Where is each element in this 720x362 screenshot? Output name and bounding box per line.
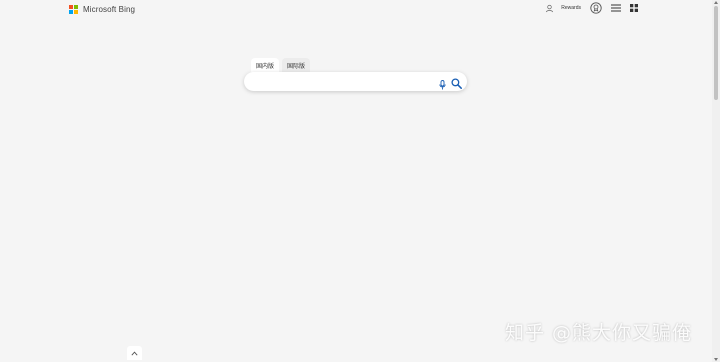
- apps-grid-icon[interactable]: [630, 4, 638, 12]
- region-tabs: 国内版 国际版: [251, 58, 311, 72]
- hamburger-menu-icon[interactable]: [611, 4, 621, 12]
- scroll-down-arrow-icon[interactable]: [714, 358, 718, 361]
- page-scrollbar[interactable]: [712, 0, 720, 362]
- microsoft-logo-icon: [69, 4, 78, 14]
- rewards-link[interactable]: Rewards: [561, 5, 581, 11]
- search-input[interactable]: [254, 75, 428, 90]
- scroll-thumb[interactable]: [714, 6, 718, 100]
- watermark: 知乎 @熊大你又骗俺: [505, 322, 693, 344]
- bing-logo[interactable]: Microsoft Bing: [69, 3, 135, 15]
- microphone-icon[interactable]: [439, 77, 446, 95]
- user-icon[interactable]: [545, 4, 554, 13]
- search-box: [244, 72, 467, 91]
- brand-name: Microsoft Bing: [83, 4, 136, 14]
- scroll-up-arrow-icon[interactable]: [714, 1, 718, 4]
- header-actions: Rewards: [545, 2, 638, 14]
- rewards-medal-icon[interactable]: [590, 2, 602, 14]
- chevron-up-icon: [131, 351, 138, 356]
- search-icon[interactable]: [451, 76, 462, 94]
- expand-feed-button[interactable]: [127, 346, 142, 360]
- tab-domestic[interactable]: 国内版: [251, 58, 280, 72]
- tab-international[interactable]: 国际版: [282, 58, 311, 72]
